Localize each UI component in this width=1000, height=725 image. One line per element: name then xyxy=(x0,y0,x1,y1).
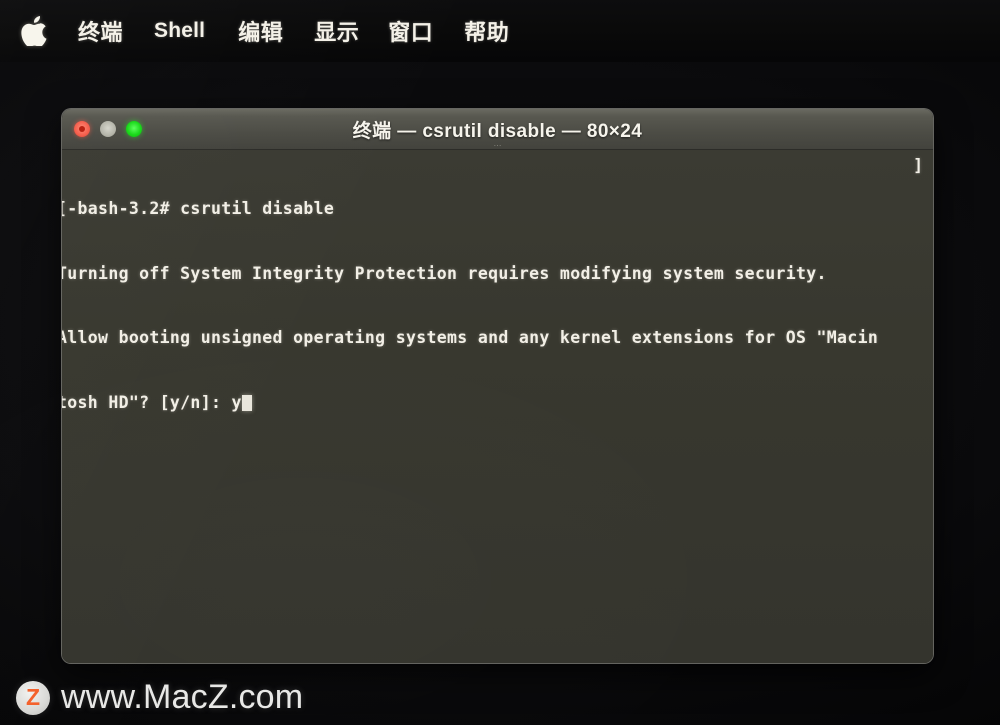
window-titlebar[interactable]: 终端 — csrutil disable — 80×24 ⋯ xyxy=(62,109,933,150)
window-controls xyxy=(74,121,142,137)
menu-item-edit[interactable]: 编辑 xyxy=(238,15,283,47)
terminal-output-area[interactable]: [-bash-3.2# csrutil disable Turning off … xyxy=(62,150,933,663)
window-title: 终端 — csrutil disable — 80×24 xyxy=(352,120,643,142)
macz-logo-icon: Z xyxy=(16,680,50,715)
terminal-line: Allow booting unsigned operating systems… xyxy=(62,328,879,347)
watermark-url: www.MacZ.com xyxy=(61,678,304,716)
menu-item-view[interactable]: 显示 xyxy=(314,15,359,47)
block-cursor xyxy=(241,394,252,411)
minimize-button[interactable] xyxy=(100,121,116,137)
macz-logo-letter: Z xyxy=(25,683,41,710)
menu-item-help[interactable]: 帮助 xyxy=(464,15,509,47)
menu-item-shell[interactable]: Shell xyxy=(154,19,205,43)
zoom-button[interactable] xyxy=(126,121,142,137)
terminal-window[interactable]: 终端 — csrutil disable — 80×24 ⋯ [-bash-3.… xyxy=(62,109,933,663)
resize-grip-icon: ⋯ xyxy=(493,141,502,150)
terminal-line-with-cursor: tosh HD"? [y/n]: y xyxy=(62,392,933,414)
desktop-screen: 终端 Shell 编辑 显示 窗口 帮助 终端 — csrutil disabl… xyxy=(0,0,1000,725)
terminal-text: [-bash-3.2# csrutil disable Turning off … xyxy=(62,155,933,456)
close-button[interactable] xyxy=(74,121,90,137)
menu-item-window[interactable]: 窗口 xyxy=(388,15,433,47)
terminal-line: [-bash-3.2# csrutil disable xyxy=(62,199,335,218)
apple-logo-icon[interactable] xyxy=(21,16,47,46)
menu-item-terminal[interactable]: 终端 xyxy=(78,15,123,47)
terminal-line: Turning off System Integrity Protection … xyxy=(62,263,827,283)
menu-bar: 终端 Shell 编辑 显示 窗口 帮助 xyxy=(0,0,1000,62)
terminal-wrap-bracket: ] xyxy=(913,156,923,175)
watermark: Z www.MacZ.com xyxy=(16,678,303,717)
terminal-line-text: tosh HD"? [y/n]: y xyxy=(62,392,242,412)
